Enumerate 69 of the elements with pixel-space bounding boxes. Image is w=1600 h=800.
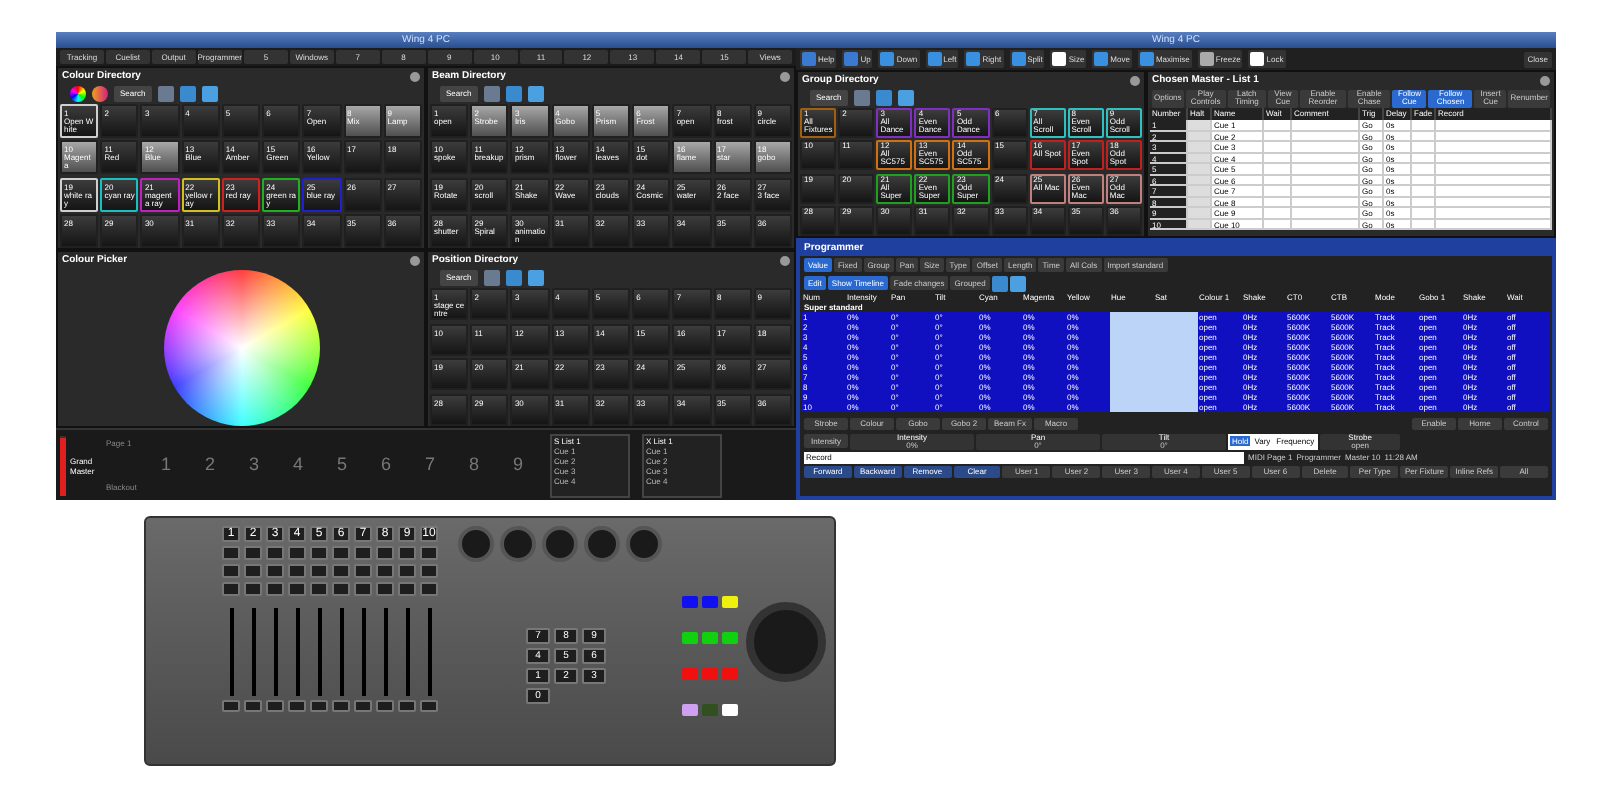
- playback-number[interactable]: 1: [146, 451, 186, 479]
- playback-key[interactable]: [420, 546, 438, 560]
- playback-number[interactable]: 9: [498, 451, 538, 479]
- go-key[interactable]: [310, 700, 328, 712]
- playback-key[interactable]: [376, 546, 394, 560]
- close-icon[interactable]: [1540, 75, 1550, 85]
- close-icon[interactable]: [1130, 75, 1140, 85]
- playback-key[interactable]: [266, 564, 284, 578]
- playback-key[interactable]: [376, 582, 394, 596]
- go-key[interactable]: [354, 700, 372, 712]
- go-key[interactable]: [244, 700, 262, 712]
- go-key[interactable]: [376, 700, 394, 712]
- playback-number[interactable]: 6: [366, 451, 406, 479]
- go-key[interactable]: [332, 700, 350, 712]
- encoder-knob[interactable]: [541, 526, 578, 562]
- playback-key[interactable]: [310, 582, 328, 596]
- gel-icon[interactable]: [92, 86, 108, 102]
- playback-key[interactable]: [310, 564, 328, 578]
- playback-key[interactable]: [420, 564, 438, 578]
- encoder-knob[interactable]: [625, 526, 662, 562]
- colour-key[interactable]: [721, 704, 738, 716]
- playback-key[interactable]: [332, 564, 350, 578]
- playback-key[interactable]: [244, 582, 262, 596]
- playback-key[interactable]: [222, 564, 240, 578]
- playback-key[interactable]: [354, 582, 372, 596]
- playback-key[interactable]: [222, 546, 240, 560]
- encoder-knob[interactable]: [499, 526, 536, 562]
- playback-number[interactable]: 5: [322, 451, 362, 479]
- close-icon[interactable]: [780, 71, 790, 81]
- playback-number[interactable]: 7: [410, 451, 450, 479]
- playback-key[interactable]: [354, 564, 372, 578]
- go-key[interactable]: [222, 700, 240, 712]
- colour-key[interactable]: [721, 596, 738, 608]
- playback-key[interactable]: [288, 582, 306, 596]
- go-key[interactable]: [420, 700, 438, 712]
- encoder-knob[interactable]: [583, 526, 620, 562]
- playback-key[interactable]: [244, 546, 262, 560]
- playback-key[interactable]: [288, 564, 306, 578]
- playback-key[interactable]: [266, 582, 284, 596]
- go-key[interactable]: [266, 700, 284, 712]
- colour-wheel-icon[interactable]: [70, 86, 86, 102]
- colour-key[interactable]: [721, 632, 738, 644]
- playback-key[interactable]: [398, 582, 416, 596]
- playback-key[interactable]: [398, 564, 416, 578]
- colour-key[interactable]: [681, 704, 698, 716]
- playback-number[interactable]: 4: [278, 451, 318, 479]
- playback-key[interactable]: [222, 582, 240, 596]
- playback-key[interactable]: [244, 564, 262, 578]
- colour-key[interactable]: [681, 632, 698, 644]
- playback-key[interactable]: [332, 582, 350, 596]
- go-key[interactable]: [398, 700, 416, 712]
- playback-key[interactable]: [398, 546, 416, 560]
- playback-key[interactable]: [376, 564, 394, 578]
- playback-number[interactable]: 3: [234, 451, 274, 479]
- trackball[interactable]: [746, 601, 826, 681]
- playback-key[interactable]: [420, 582, 438, 596]
- close-icon[interactable]: [410, 71, 420, 81]
- playback-key[interactable]: [354, 546, 372, 560]
- playback-number[interactable]: 8: [454, 451, 494, 479]
- encoder-knob[interactable]: [457, 526, 494, 562]
- playback-number[interactable]: 2: [190, 451, 230, 479]
- playback-key[interactable]: [266, 546, 284, 560]
- close-icon[interactable]: [780, 255, 790, 265]
- go-key[interactable]: [288, 700, 306, 712]
- playback-key[interactable]: [332, 546, 350, 560]
- playback-key[interactable]: [288, 546, 306, 560]
- colour-key[interactable]: [701, 632, 718, 644]
- close-icon[interactable]: [410, 255, 420, 265]
- playback-key[interactable]: [310, 546, 328, 560]
